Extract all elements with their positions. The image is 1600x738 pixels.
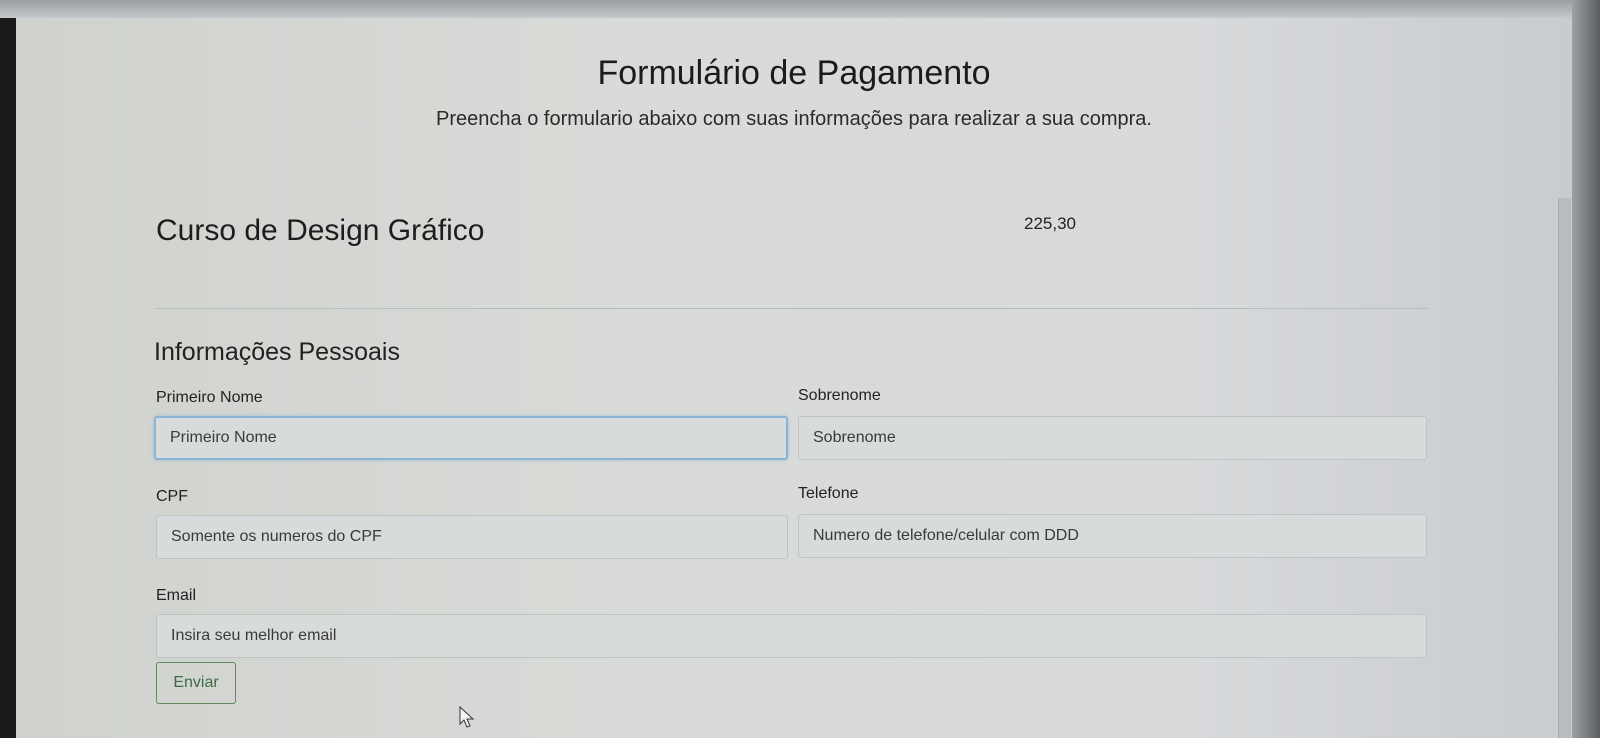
personal-info-heading: Informações Pessoais [154, 338, 400, 366]
product-price: 225,30 [1024, 214, 1076, 233]
email-label: Email [156, 587, 197, 604]
section-divider [156, 308, 1428, 309]
phone-input[interactable] [798, 514, 1427, 558]
last-name-input[interactable] [798, 416, 1427, 460]
mouse-pointer-icon [459, 706, 475, 728]
cpf-label: CPF [156, 488, 188, 505]
vertical-scrollbar[interactable] [1558, 198, 1571, 738]
page-title: Formulário de Pagamento [597, 54, 991, 92]
page-subtitle: Preencha o formulario abaixo com suas in… [436, 108, 1152, 130]
browser-toolbar-strip [0, 0, 1600, 18]
first-name-input[interactable] [154, 416, 788, 460]
product-name: Curso de Design Gráfico [156, 214, 485, 247]
phone-label: Telefone [798, 485, 859, 502]
page-viewport: Formulário de Pagamento Preencha o formu… [16, 18, 1572, 738]
cpf-input[interactable] [156, 515, 788, 559]
submit-button[interactable]: Enviar [156, 662, 236, 704]
first-name-label: Primeiro Nome [156, 389, 263, 406]
email-input[interactable] [156, 614, 1427, 658]
last-name-label: Sobrenome [798, 387, 881, 404]
monitor-bezel [1572, 0, 1600, 738]
